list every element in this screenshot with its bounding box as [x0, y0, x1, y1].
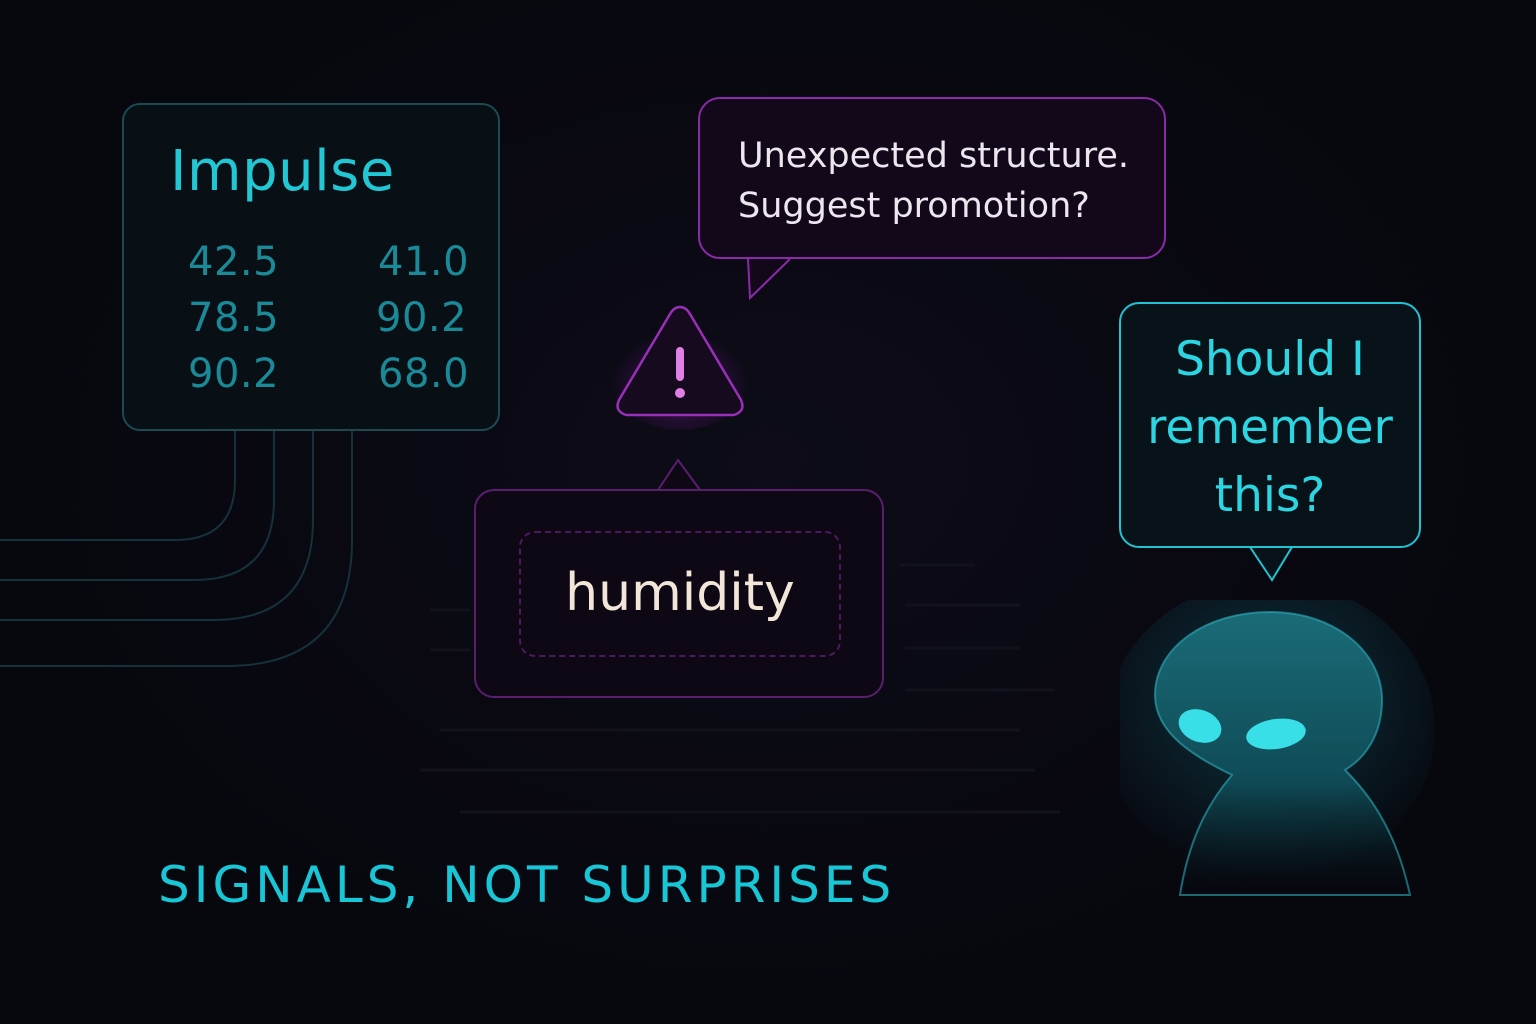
alert-bubble: Unexpected structure. Suggest promotion? [698, 97, 1166, 259]
term-text: humidity [565, 563, 795, 623]
canvas: Impulse 42.5 41.0 78.5 90.2 90.2 68.0 Un… [0, 0, 1536, 1024]
ghost-assistant-icon [1120, 600, 1435, 896]
assistant-bubble-text: Should I remember this? [1147, 332, 1393, 523]
tagline: SIGNALS, NOT SURPRISES [158, 856, 896, 914]
alert-bubble-text: Unexpected structure. Suggest promotion? [738, 136, 1129, 226]
term-bubble: humidity [474, 489, 884, 698]
assistant-bubble: Should I remember this? [1119, 302, 1421, 548]
term-dashed-frame: humidity [519, 531, 841, 657]
warning-triangle-icon [610, 305, 750, 430]
